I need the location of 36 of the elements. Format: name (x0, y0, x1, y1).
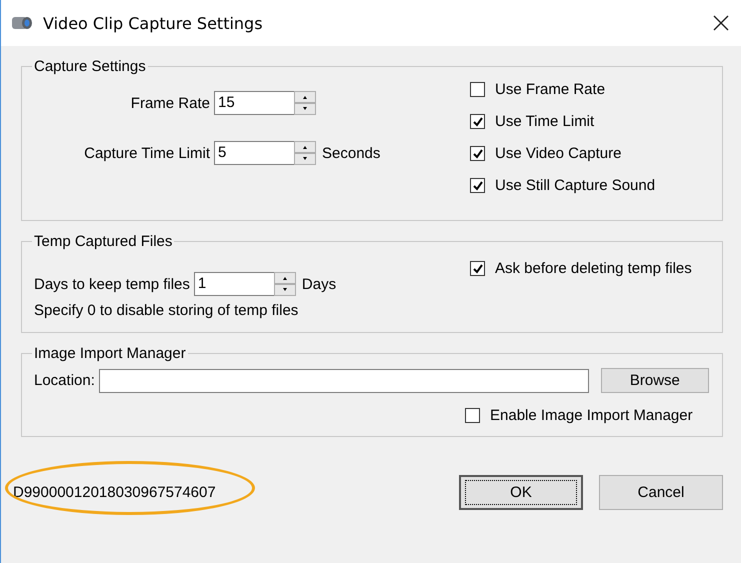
field-label: Frame Rate (130, 94, 210, 112)
spin-button[interactable] (274, 272, 296, 296)
hint-text: Specify 0 to disable storing of temp files (34, 302, 300, 319)
group-title: Image Import Manager (33, 345, 187, 362)
unit-label: Seconds (322, 144, 380, 162)
checkbox-label: Use Frame Rate (495, 81, 606, 98)
checkbox[interactable] (470, 261, 485, 276)
number-field[interactable]: 15 (214, 91, 294, 115)
field-label: Days to keep temp files (34, 276, 190, 292)
checkbox[interactable] (470, 114, 485, 129)
number-field[interactable]: 1 (194, 272, 274, 296)
checkbox[interactable] (470, 178, 485, 193)
checkbox-label: Use Time Limit (495, 113, 594, 130)
location-field[interactable] (98, 368, 589, 392)
checkbox-label: Enable Image Import Manager (490, 407, 693, 424)
ok-button[interactable]: OK (459, 475, 583, 510)
close-icon[interactable] (713, 15, 729, 31)
window-title: Video Clip Capture Settings (43, 14, 264, 32)
cancel-button[interactable]: Cancel (599, 475, 723, 510)
checkbox[interactable] (465, 408, 480, 423)
number-field[interactable]: 5 (214, 141, 294, 165)
serial-number: D99000012018030967574607 (13, 484, 216, 501)
checkbox-label: Use Video Capture (495, 145, 622, 162)
checkbox[interactable] (470, 82, 485, 97)
checkbox[interactable] (470, 146, 485, 161)
browse-button[interactable]: Browse (600, 368, 709, 393)
checkbox-label: Ask before deleting temp files (495, 260, 692, 277)
group-title: Temp Captured Files (33, 233, 174, 250)
spin-button[interactable] (294, 91, 316, 115)
field-label: Location: (34, 372, 95, 389)
spin-button[interactable] (294, 141, 316, 165)
checkbox-label: Use Still Capture Sound (495, 177, 656, 194)
unit-label: Days (302, 276, 336, 292)
field-label: Capture Time Limit (83, 144, 210, 162)
group-title: Capture Settings (33, 58, 147, 75)
camera-icon (11, 14, 33, 32)
